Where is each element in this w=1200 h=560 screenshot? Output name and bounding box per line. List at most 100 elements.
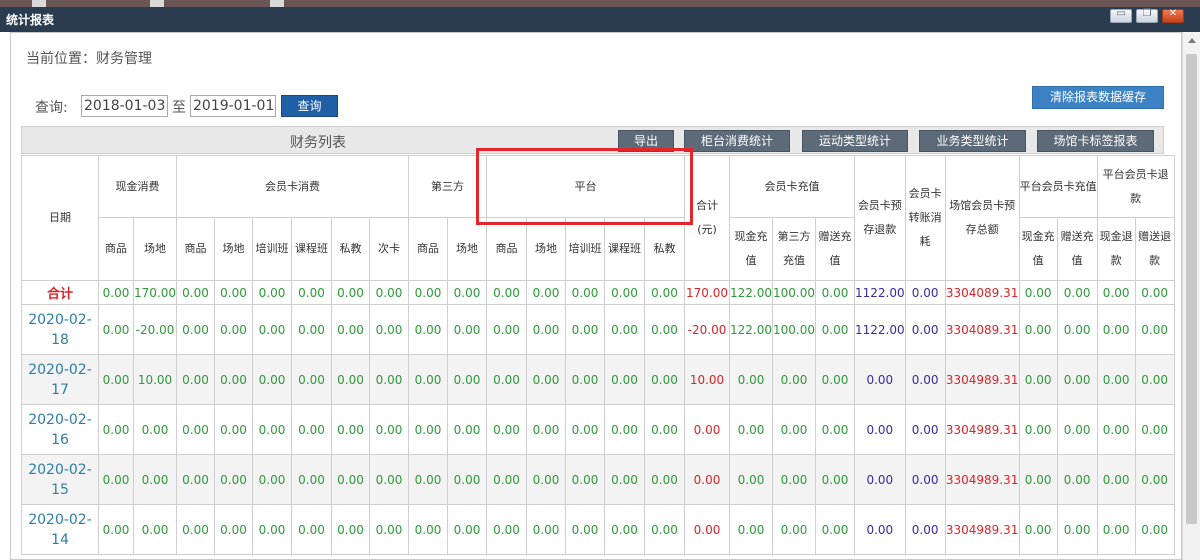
value-cell: 3304989.31 <box>944 454 1020 505</box>
sub-venue: 场地 <box>133 217 177 281</box>
value-cell: 170.00 <box>133 280 177 305</box>
value-cell: 0.00 <box>214 304 253 355</box>
maximize-icon: ❐ <box>1142 8 1152 19</box>
table-row: 2020-02-14 0.00 0.00 0.00 0.00 0.00 0.00 0.00 0.… <box>21 504 1175 555</box>
value-cell: 0.00 <box>644 354 685 405</box>
date-cell[interactable]: 2020-02-16 <box>21 404 99 455</box>
table-title: 财务列表 <box>290 135 346 151</box>
table-row: 2020-02-16 0.00 0.00 0.00 0.00 0.00 0.00 0.00 0.… <box>21 404 1175 455</box>
value-cell: 0.00 <box>447 304 487 355</box>
value-cell: 1122.00 <box>854 304 906 355</box>
value-cell: 0.00 <box>98 304 134 355</box>
counter-stats-button[interactable]: 柜台消费统计 <box>684 130 790 152</box>
value-cell: 0.00 <box>1018 280 1058 305</box>
value-cell: 0.00 <box>1056 304 1098 355</box>
window-title: 统计报表 <box>6 13 55 27</box>
value-cell: 0.00 <box>291 304 332 355</box>
value-cell: 3304089.31 <box>944 304 1020 355</box>
value-cell: 0.00 <box>331 454 370 505</box>
value-cell: 0.00 <box>369 304 409 355</box>
scroll-up-icon[interactable] <box>1188 38 1196 43</box>
value-cell: 0.00 <box>526 354 566 405</box>
export-button[interactable]: 导出 <box>618 130 674 152</box>
value-cell: 3304989.31 <box>944 404 1020 455</box>
value-cell: 0.00 <box>252 504 292 555</box>
value-cell: 0.00 <box>1134 404 1175 455</box>
value-cell: 0.00 <box>408 504 448 555</box>
value-cell: 0.00 <box>408 354 448 405</box>
value-cell: 0.00 <box>369 280 409 305</box>
value-cell: 0.00 <box>1096 454 1136 505</box>
table-row: 2020-02-15 0.00 0.00 0.00 0.00 0.00 0.00 0.00 0.… <box>21 454 1175 505</box>
tag-report-button[interactable]: 场馆卡标签报表 <box>1037 130 1154 152</box>
value-cell: 0.00 <box>291 280 332 305</box>
value-cell: 3304089.31 <box>944 280 1020 305</box>
value-cell: 0.00 <box>904 280 946 305</box>
value-cell: 0.00 <box>133 454 177 505</box>
value-cell: 0.00 <box>98 454 134 505</box>
value-cell: 0.00 <box>252 304 292 355</box>
query-button[interactable]: 查询 <box>281 95 338 117</box>
value-cell: 0.00 <box>98 504 134 555</box>
business-stats-button[interactable]: 业务类型统计 <box>919 130 1026 152</box>
value-cell: 0.00 <box>772 454 816 505</box>
value-cell: 0.00 <box>854 354 906 405</box>
minimize-icon: ▭ <box>1116 8 1126 19</box>
value-cell: 0.00 <box>604 280 645 305</box>
value-cell: 0.00 <box>1018 404 1058 455</box>
scroll-thumb[interactable] <box>1186 54 1197 524</box>
value-cell: 0.00 <box>291 354 332 405</box>
date-cell[interactable]: 2020-02-17 <box>21 354 99 405</box>
header-refund: 会员卡预存退款 <box>854 155 906 281</box>
sub-goods: 商品 <box>486 217 527 281</box>
value-cell: 0.00 <box>369 354 409 405</box>
date-cell[interactable]: 2020-02-15 <box>21 454 99 505</box>
start-date-input[interactable] <box>81 95 168 117</box>
header-recharge: 会员卡充值 <box>729 155 855 218</box>
value-cell: 0.00 <box>565 504 605 555</box>
value-cell: 0.00 <box>815 354 855 405</box>
vertical-scrollbar[interactable] <box>1182 32 1200 560</box>
value-cell: 0.00 <box>98 280 134 305</box>
value-cell: 0.00 <box>369 504 409 555</box>
header-plat-refund: 平台会员卡退款 <box>1096 155 1175 218</box>
sub-third-recharge: 第三方充值 <box>772 217 816 281</box>
value-cell: 0.00 <box>176 504 215 555</box>
value-cell: 0.00 <box>1056 504 1098 555</box>
value-cell: 0.00 <box>604 504 645 555</box>
close-icon: ✕ <box>1168 8 1178 19</box>
value-cell: 0.00 <box>214 280 253 305</box>
minimize-button[interactable]: ▭ <box>1110 8 1132 23</box>
value-cell: 0.00 <box>526 404 566 455</box>
value-cell: 0.00 <box>1056 404 1098 455</box>
value-cell: 0.00 <box>729 354 773 405</box>
close-button[interactable]: ✕ <box>1162 8 1184 23</box>
table-row: 2020-02-17 0.00 10.00 0.00 0.00 0.00 0.00 0.00 0… <box>21 354 1175 405</box>
value-cell: 3304989.31 <box>944 504 1020 555</box>
date-cell[interactable]: 2020-02-18 <box>21 304 99 355</box>
date-cell[interactable]: 2020-02-14 <box>21 504 99 555</box>
header-date: 日期 <box>21 155 99 281</box>
clear-cache-button[interactable]: 清除报表数据缓存 <box>1032 86 1164 109</box>
table-toolbar: 财务列表 导出 柜台消费统计 运动类型统计 业务类型统计 场馆卡标签报表 <box>21 126 1164 154</box>
value-cell: 0.00 <box>408 304 448 355</box>
value-cell: 0.00 <box>486 504 527 555</box>
sub-goods: 商品 <box>408 217 448 281</box>
value-cell: 0.00 <box>1096 504 1136 555</box>
end-date-input[interactable] <box>190 95 276 117</box>
sub-training: 培训班 <box>252 217 292 281</box>
value-cell: 0.00 <box>526 304 566 355</box>
value-cell: 0.00 <box>644 404 685 455</box>
sports-stats-button[interactable]: 运动类型统计 <box>802 130 908 152</box>
value-cell: 0.00 <box>1096 304 1136 355</box>
value-cell: 122.00 <box>729 304 773 355</box>
value-cell: 0.00 <box>447 454 487 505</box>
value-cell: 0.00 <box>526 504 566 555</box>
value-cell: 0.00 <box>408 454 448 505</box>
sub-goods: 商品 <box>98 217 134 281</box>
total-label: 合计 <box>21 280 99 305</box>
value-cell: 0.00 <box>176 354 215 405</box>
value-cell: 0.00 <box>729 504 773 555</box>
sub-plat-gift-recharge: 赠送充值 <box>1056 217 1098 281</box>
maximize-button[interactable]: ❐ <box>1136 8 1158 23</box>
